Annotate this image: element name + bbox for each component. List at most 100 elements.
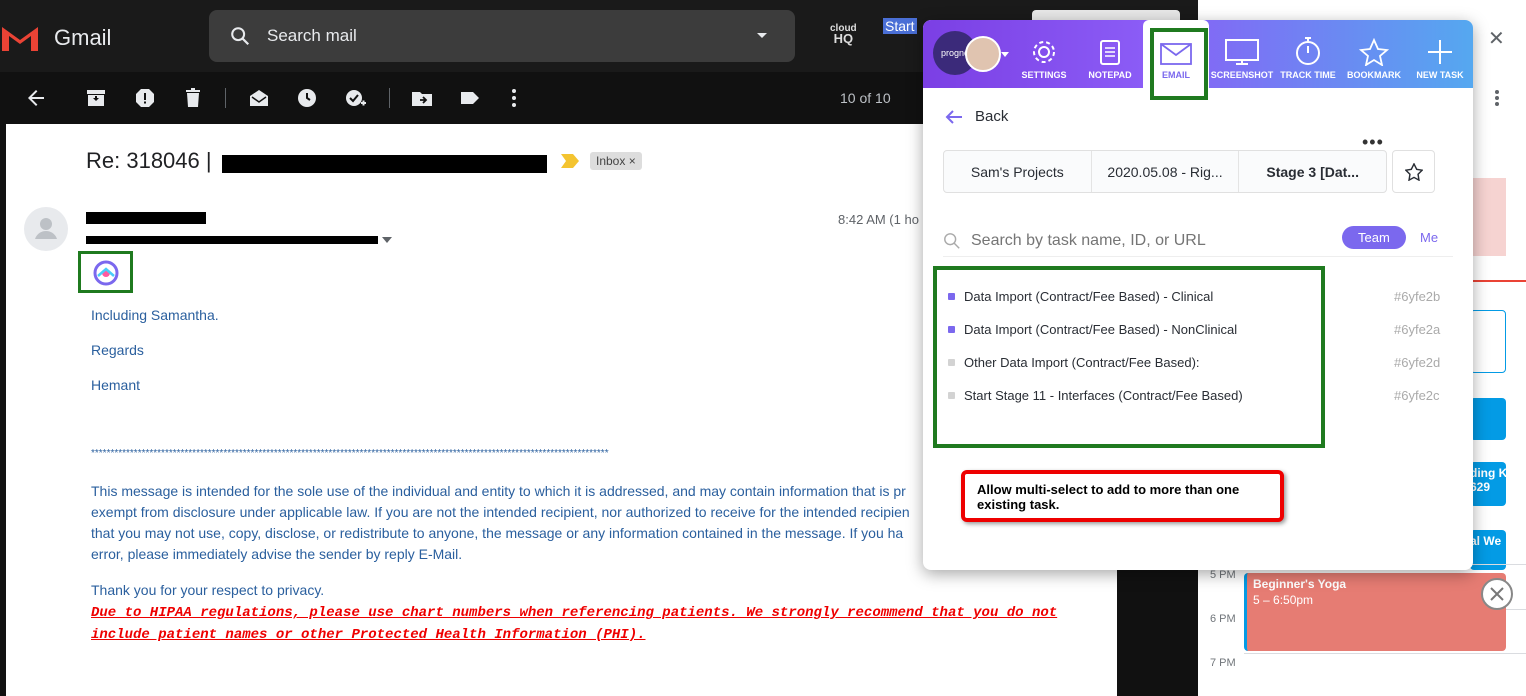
task-name: Data Import (Contract/Fee Based) - Clini… — [964, 289, 1214, 304]
nav-notepad[interactable]: NOTEPAD — [1077, 20, 1143, 88]
search-input[interactable]: Search mail — [267, 26, 357, 46]
breadcrumb-space[interactable]: Sam's Projects — [944, 151, 1092, 192]
task-name: Data Import (Contract/Fee Based) - NonCl… — [964, 322, 1238, 337]
chevron-down-icon[interactable] — [755, 31, 769, 41]
task-id: #6yfe2c — [1394, 388, 1440, 403]
sender-avatar — [24, 207, 68, 251]
calendar-event-yoga[interactable]: Beginner's Yoga 5 – 6:50pm — [1244, 573, 1506, 651]
back-button[interactable]: Back — [945, 108, 1008, 125]
nav-label: NOTEPAD — [1088, 70, 1132, 80]
nav-screenshot[interactable]: SCREENSHOT — [1209, 20, 1275, 88]
event-title: ding K — [1470, 466, 1506, 480]
add-task-icon[interactable] — [343, 86, 367, 110]
message-counter: 10 of 10 — [840, 90, 891, 106]
email-time: 8:42 AM (1 ho — [838, 212, 919, 227]
calendar-event-block[interactable] — [1470, 178, 1506, 256]
archive-icon[interactable] — [84, 86, 108, 110]
nav-label: SCREENSHOT — [1210, 70, 1274, 80]
cloudhq-icon[interactable]: cloud HQ — [830, 24, 857, 46]
search-icon — [231, 27, 250, 46]
filter-me-button[interactable]: Me — [1420, 230, 1438, 245]
notepad-icon — [1100, 40, 1120, 65]
body-line: Hemant — [91, 377, 141, 393]
screen: Gmail Search mail cloud HQ Start 10 of 10… — [0, 0, 1526, 696]
details-chevron-icon[interactable] — [382, 237, 392, 244]
disclaimer-text: This message is intended for the sole us… — [91, 483, 910, 562]
nav-label: SETTINGS — [1021, 70, 1067, 80]
inbox-label[interactable]: Inbox × — [590, 152, 642, 170]
gmail-logo[interactable]: Gmail — [0, 18, 120, 58]
stopwatch-icon — [1296, 37, 1320, 65]
close-circle-icon[interactable] — [1481, 578, 1513, 610]
clickup-highlight-box — [78, 251, 133, 293]
plus-icon — [1428, 40, 1452, 64]
task-name: Start Stage 11 - Interfaces (Contract/Fe… — [964, 388, 1243, 403]
nav-label: NEW TASK — [1416, 70, 1464, 80]
selected-text: Start — [883, 18, 917, 34]
breadcrumb-folder[interactable]: 2020.05.08 - Rig... — [1092, 151, 1240, 192]
close-icon[interactable]: ✕ — [1488, 26, 1505, 51]
gmail-m-icon — [2, 27, 38, 51]
snooze-clock-icon[interactable] — [295, 86, 319, 110]
body-line: Regards — [91, 342, 144, 358]
calendar-event[interactable]: ding K 629 — [1470, 462, 1506, 506]
star-icon — [1404, 162, 1423, 181]
search-bar[interactable]: Search mail — [209, 10, 795, 62]
hour-label: 7 PM — [1210, 657, 1236, 669]
chevron-down-icon[interactable] — [1001, 52, 1009, 58]
email-tab-highlight — [1150, 28, 1208, 100]
nav-bookmark[interactable]: BOOKMARK — [1341, 20, 1407, 88]
monitor-icon — [1225, 39, 1259, 65]
search-icon — [944, 232, 960, 249]
current-time-line — [1470, 280, 1526, 282]
breadcrumb-list[interactable]: Stage 3 [Dat... — [1239, 151, 1386, 192]
hour-divider — [1244, 653, 1526, 654]
label-icon[interactable] — [458, 86, 482, 110]
breadcrumb: Sam's Projects 2020.05.08 - Rig... Stage… — [943, 150, 1387, 193]
task-search-input[interactable] — [971, 231, 1331, 250]
task-name: Other Data Import (Contract/Fee Based): — [964, 355, 1200, 370]
nav-track-time[interactable]: TRACK TIME — [1275, 20, 1341, 88]
gmail-logo-text: Gmail — [54, 25, 112, 50]
toolbar-divider — [225, 88, 226, 108]
task-item[interactable]: Start Stage 11 - Interfaces (Contract/Fe… — [948, 388, 1243, 403]
move-to-icon[interactable] — [410, 86, 434, 110]
person-icon — [35, 218, 57, 239]
report-spam-icon[interactable] — [133, 86, 157, 110]
back-arrow-icon — [945, 109, 962, 124]
back-label: Back — [975, 108, 1009, 125]
back-arrow-icon[interactable] — [24, 86, 48, 110]
task-item[interactable]: Other Data Import (Contract/Fee Based): — [948, 355, 1200, 370]
hipaa-notice: Due to HIPAA regulations, please use cha… — [91, 605, 1058, 643]
calendar-event[interactable] — [1470, 398, 1506, 440]
nav-new-task[interactable]: NEW TASK — [1407, 20, 1473, 88]
more-vert-icon[interactable] — [502, 86, 526, 110]
user-avatar[interactable] — [965, 36, 1001, 72]
event-time: 629 — [1470, 480, 1491, 494]
delete-icon[interactable] — [181, 86, 205, 110]
mark-unread-icon[interactable] — [247, 86, 271, 110]
redacted-sender — [86, 212, 206, 224]
favorite-button[interactable] — [1392, 150, 1435, 193]
task-id: #6yfe2d — [1394, 355, 1441, 370]
toolbar-divider — [389, 88, 390, 108]
importance-marker-icon[interactable] — [561, 154, 579, 168]
status-dot — [948, 359, 955, 366]
task-item[interactable]: Data Import (Contract/Fee Based) - Clini… — [948, 289, 1213, 304]
nav-label: TRACK TIME — [1280, 70, 1336, 80]
calendar-event-outline[interactable] — [1470, 310, 1506, 373]
nav-settings[interactable]: SETTINGS — [1011, 20, 1077, 88]
thanks-text: Thank you for your respect to privacy. — [91, 582, 325, 598]
filter-team-button[interactable]: Team — [1342, 226, 1406, 249]
star-icon — [1359, 38, 1389, 66]
task-id: #6yfe2a — [1394, 322, 1441, 337]
body-line: Including Samantha. — [91, 307, 219, 323]
separator-stars: ****************************************… — [91, 448, 609, 459]
clickup-icon[interactable] — [93, 260, 119, 286]
status-dot — [948, 392, 955, 399]
more-vert-icon[interactable] — [1490, 88, 1504, 108]
gear-icon — [1033, 41, 1055, 63]
redacted-address — [86, 236, 378, 244]
task-item[interactable]: Data Import (Contract/Fee Based) - NonCl… — [948, 322, 1237, 337]
hour-label: 5 PM — [1210, 569, 1236, 581]
